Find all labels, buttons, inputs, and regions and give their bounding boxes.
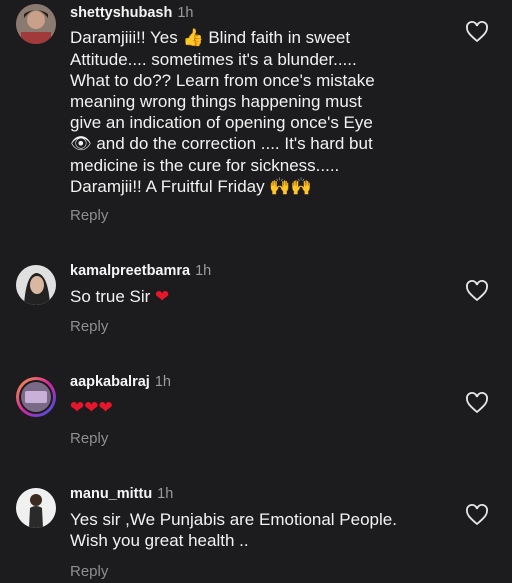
user-avatar-icon: [19, 380, 53, 414]
username[interactable]: shettyshubash: [70, 5, 172, 21]
avatar[interactable]: [16, 488, 56, 528]
comment-text-part: Daramjiii!! Yes: [70, 28, 183, 47]
like-heart-icon[interactable]: [465, 391, 489, 415]
comment-text: ❤❤❤: [70, 397, 440, 419]
comment-text-part: and do the correction .... It's hard but: [91, 134, 373, 153]
avatar[interactable]: [16, 377, 56, 417]
like-heart-icon[interactable]: [465, 20, 489, 44]
comment-header: manu_mittu 1h: [70, 486, 173, 502]
username[interactable]: manu_mittu: [70, 486, 152, 502]
comment-header: kamalpreetbamra 1h: [70, 263, 211, 279]
thumbs-up-emoji: 👍: [182, 28, 204, 48]
comment-text: So true Sir ❤: [70, 286, 440, 308]
user-avatar-icon: [16, 488, 56, 528]
like-heart-icon[interactable]: [465, 279, 489, 303]
reply-button[interactable]: Reply: [70, 430, 108, 447]
avatar[interactable]: [16, 265, 56, 305]
comment-text-part: Attitude.... sometimes it's a blunder...…: [70, 50, 375, 132]
username[interactable]: kamalpreetbamra: [70, 263, 190, 279]
comment-header: aapkabalraj 1h: [70, 374, 171, 390]
timestamp: 1h: [195, 263, 212, 279]
timestamp: 1h: [157, 486, 174, 502]
timestamp: 1h: [154, 374, 171, 390]
user-avatar-icon: [16, 4, 56, 44]
user-avatar-icon: [16, 265, 56, 305]
username[interactable]: aapkabalraj: [70, 374, 150, 390]
reply-button[interactable]: Reply: [70, 207, 108, 224]
timestamp: 1h: [177, 5, 194, 21]
reply-button[interactable]: Reply: [70, 318, 108, 335]
comment-text-part: Daramjii!! A Fruitful Friday: [70, 177, 270, 196]
eye-emoji: 👁: [70, 134, 92, 154]
like-heart-icon[interactable]: [465, 503, 489, 527]
red-heart-emoji: ❤: [155, 287, 170, 307]
raised-hands-emoji: 🙌🙌: [269, 177, 312, 197]
comment-text-part: Blind faith in sweet: [203, 28, 351, 47]
comment-text-part: So true Sir: [70, 287, 156, 306]
red-heart-emoji: ❤❤❤: [70, 398, 113, 418]
comment-header: shettyshubash 1h: [70, 5, 193, 21]
comment-text-part: medicine is the cure for sickness.....: [70, 156, 340, 175]
reply-button[interactable]: Reply: [70, 563, 108, 580]
avatar[interactable]: [16, 4, 56, 44]
comment-text: Daramjiii!! Yes 👍 Blind faith in sweet A…: [70, 27, 440, 198]
comment-text: Yes sir ,We Punjabis are Emotional Peopl…: [70, 510, 397, 550]
